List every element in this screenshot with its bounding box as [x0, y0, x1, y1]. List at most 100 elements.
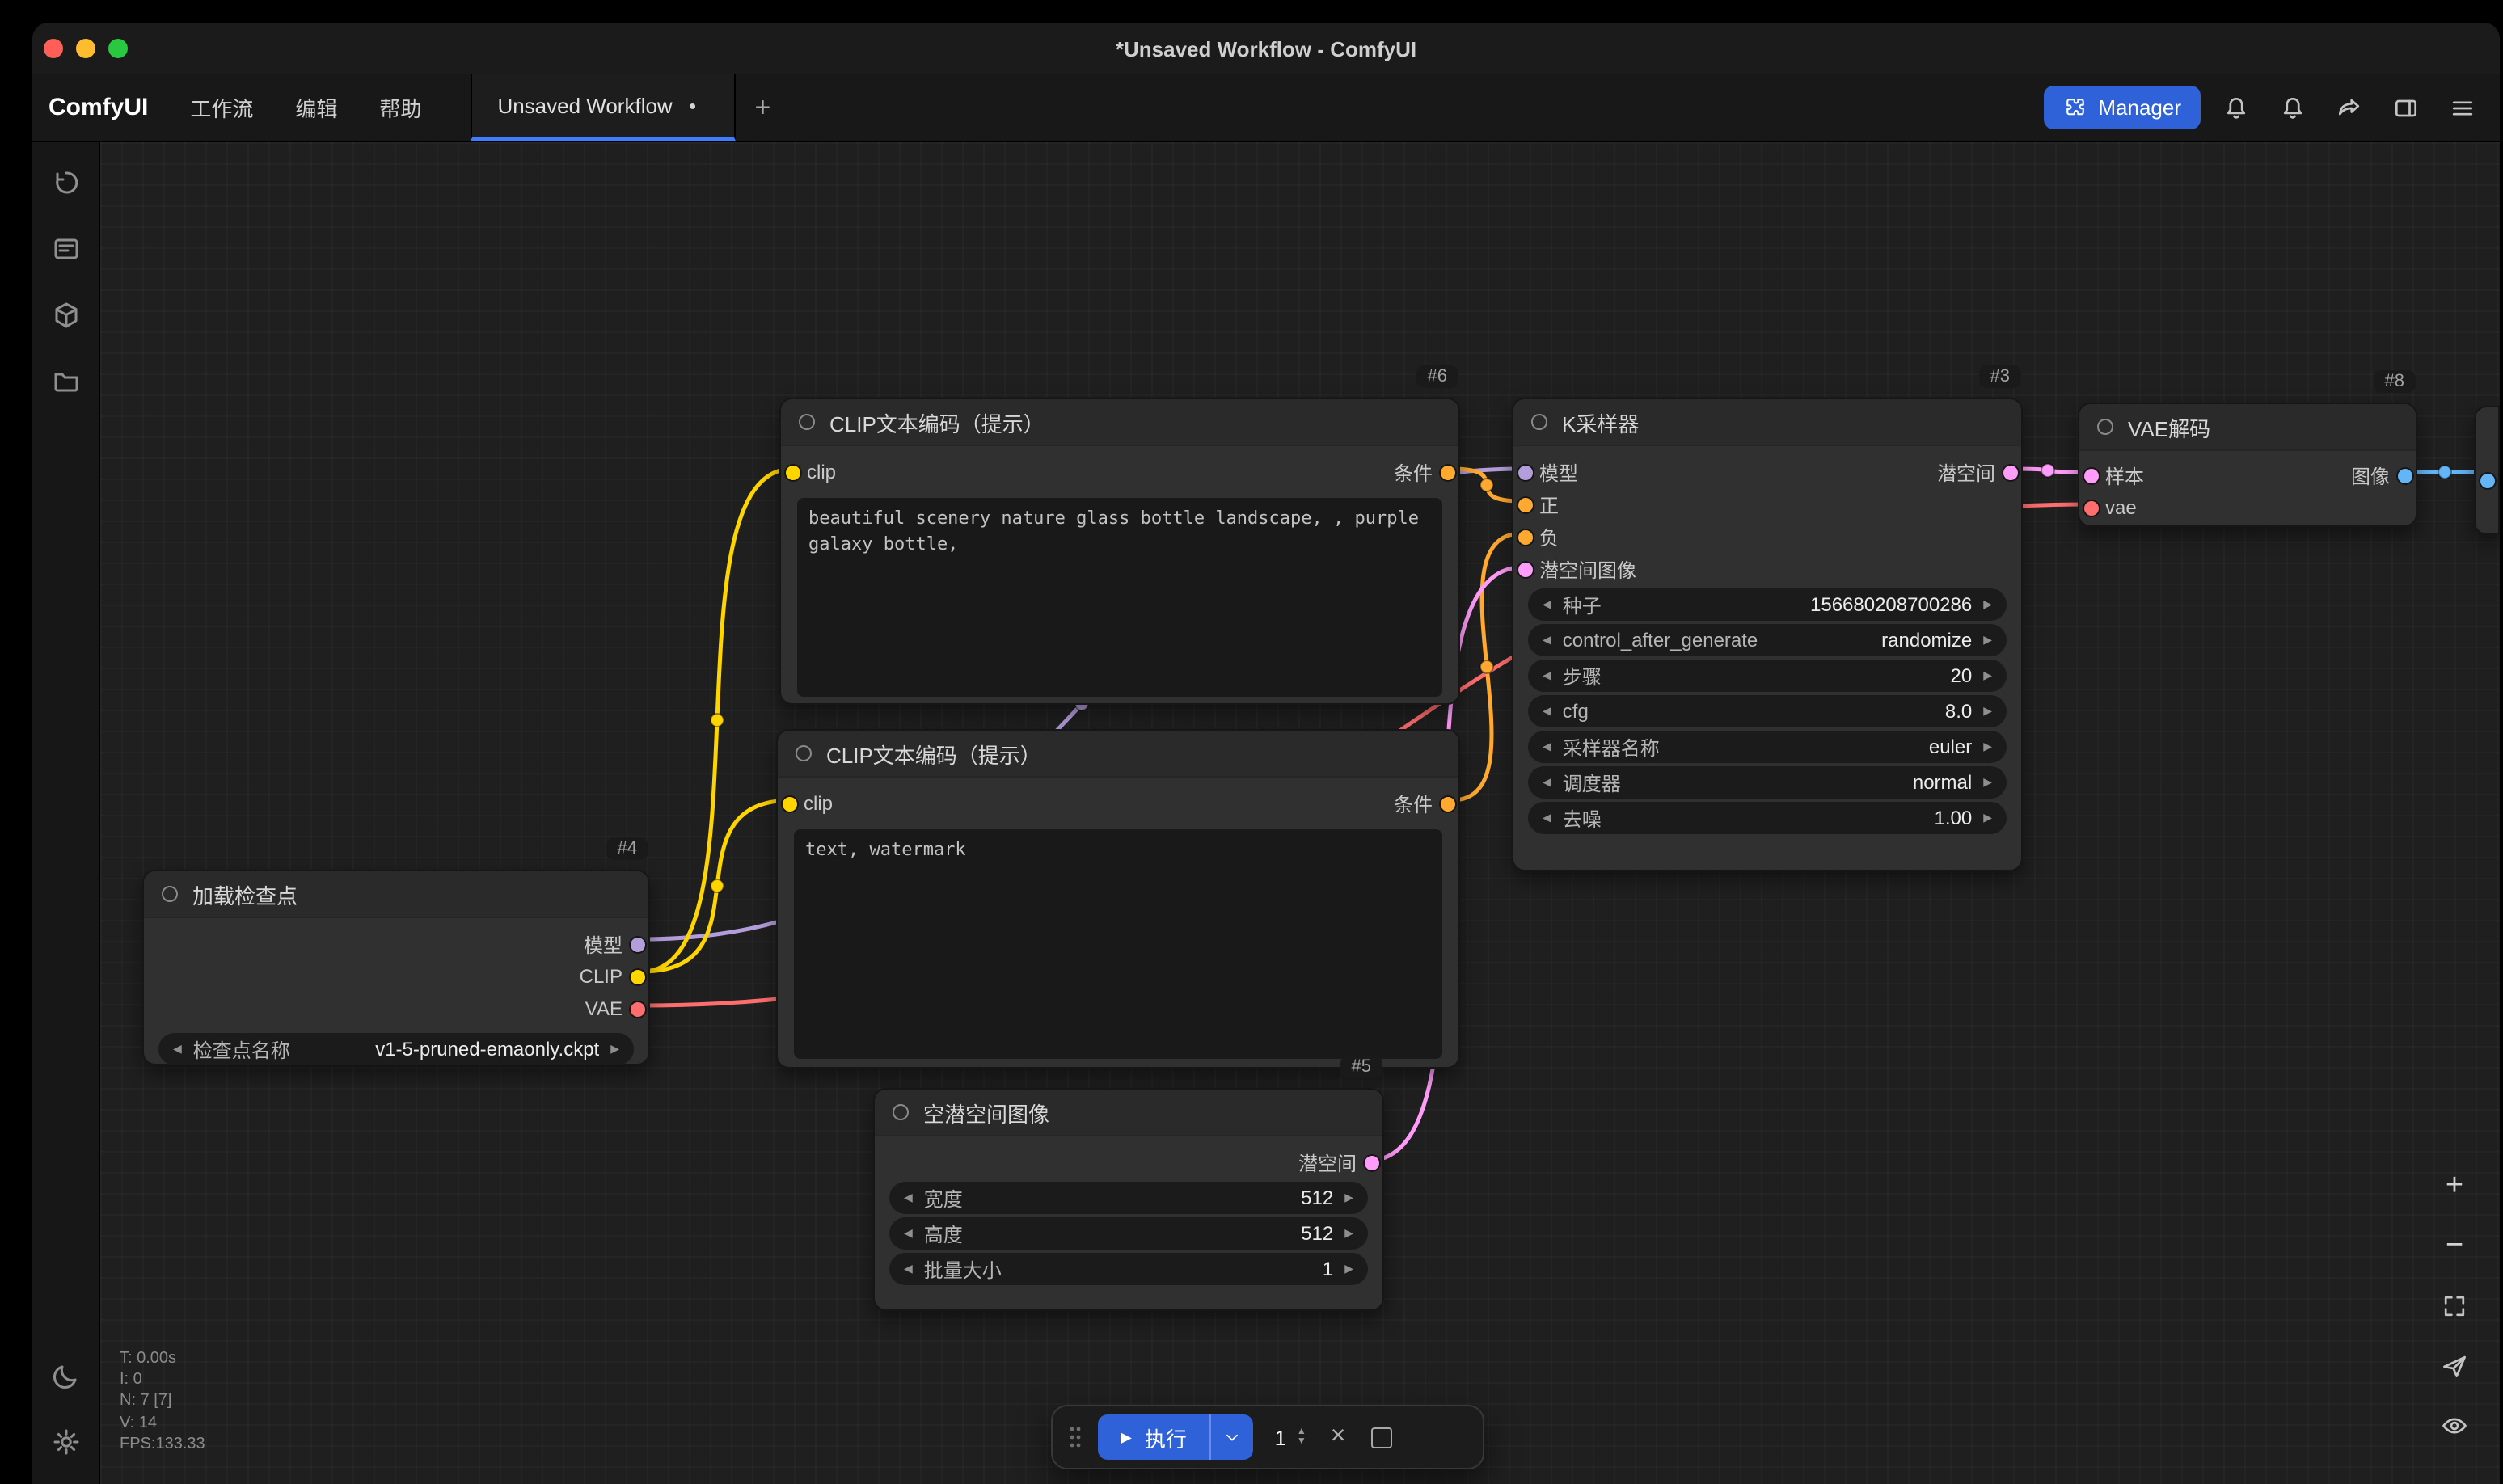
image-output-port[interactable] [2398, 468, 2412, 483]
collapse-icon[interactable] [2097, 419, 2113, 435]
node-vae-decode[interactable]: #8 VAE解码 样本 图像 vae [2078, 403, 2417, 527]
collapse-icon[interactable] [162, 886, 178, 902]
widget-increment-icon[interactable]: ▶ [1983, 670, 1992, 681]
count-up-icon[interactable]: ▲ [1297, 1427, 1306, 1437]
widget-increment-icon[interactable]: ▶ [1983, 634, 1992, 646]
widget-increment-icon[interactable]: ▶ [1344, 1192, 1353, 1204]
widget-increment-icon[interactable]: ▶ [1983, 706, 1992, 717]
drag-handle[interactable] [1067, 1424, 1083, 1450]
image-input-port[interactable] [2480, 474, 2495, 488]
node-titlebar[interactable]: K采样器 [1513, 399, 2021, 446]
comfyui-logo[interactable]: ComfyUI [49, 94, 148, 121]
clip-input-port[interactable] [786, 465, 800, 479]
stop-button[interactable] [1363, 1419, 1399, 1455]
seed-widget[interactable]: ◀ 种子 156680208700286 ▶ [1528, 588, 2007, 621]
node-empty-latent-image[interactable]: #5 空潜空间图像 潜空间 ◀ 宽度 512 ▶ [873, 1088, 1384, 1311]
model-library-button[interactable] [38, 288, 93, 343]
model-output-port[interactable] [631, 937, 645, 951]
node-titlebar[interactable]: 空潜空间图像 [875, 1090, 1382, 1136]
widget-value[interactable]: euler [1929, 736, 1972, 758]
widget-value[interactable]: 1.00 [1935, 807, 1973, 829]
sidebar-toggle-button[interactable] [2385, 86, 2427, 129]
run-button[interactable]: ▶ 执行 [1098, 1414, 1209, 1460]
widget-decrement-icon[interactable]: ◀ [1543, 777, 1551, 788]
widget-value[interactable]: normal [1913, 771, 1972, 794]
widget-decrement-icon[interactable]: ◀ [1543, 706, 1551, 717]
control-after-generate-widget[interactable]: ◀ control_after_generate randomize ▶ [1528, 624, 2007, 656]
conditioning-output-port[interactable] [1441, 796, 1455, 811]
widget-value[interactable]: 1 [1323, 1258, 1333, 1280]
zoom-in-button[interactable]: + [2432, 1164, 2477, 1209]
batch-size-widget[interactable]: ◀ 批量大小 1 ▶ [889, 1253, 1368, 1285]
collapse-icon[interactable] [893, 1104, 909, 1120]
new-tab-button[interactable]: + [735, 74, 790, 141]
conditioning-output-port[interactable] [1441, 465, 1455, 479]
widget-value[interactable]: randomize [1881, 629, 1972, 651]
sampler-name-widget[interactable]: ◀ 采样器名称 euler ▶ [1528, 731, 2007, 763]
zoom-window-button[interactable] [108, 39, 128, 58]
prompt-textarea[interactable]: text, watermark [794, 829, 1442, 1059]
widget-increment-icon[interactable]: ▶ [1983, 741, 1992, 753]
manager-button[interactable]: Manager [2043, 86, 2201, 129]
widget-decrement-icon[interactable]: ◀ [1543, 812, 1551, 824]
cancel-button[interactable]: × [1331, 1423, 1346, 1452]
node-clip-text-encode-positive[interactable]: #6 CLIP文本编码（提示） clip 条件 beautiful scener… [779, 398, 1460, 705]
toggle-visibility-button[interactable] [2432, 1403, 2477, 1448]
workflows-button[interactable] [38, 354, 93, 409]
menu-workflow[interactable]: 工作流 [190, 92, 253, 123]
node-titlebar[interactable]: CLIP文本编码（提示） [781, 399, 1458, 446]
clip-input-port[interactable] [783, 796, 797, 811]
zoom-out-button[interactable]: − [2432, 1224, 2477, 1269]
widget-decrement-icon[interactable]: ◀ [173, 1043, 182, 1055]
scheduler-widget[interactable]: ◀ 调度器 normal ▶ [1528, 766, 2007, 799]
fit-view-button[interactable] [2432, 1284, 2477, 1329]
widget-increment-icon[interactable]: ▶ [610, 1043, 619, 1055]
node-load-checkpoint[interactable]: #4 加载检查点 模型 CLIP VAE ◀ 检查点名称 v1-5-pruned… [142, 870, 650, 1065]
node-library-button[interactable] [38, 221, 93, 276]
vae-input-port[interactable] [2084, 500, 2099, 515]
node-titlebar[interactable]: 加载检查点 [144, 871, 648, 918]
clip-output-port[interactable] [631, 969, 645, 984]
latent-image-input-port[interactable] [1518, 562, 1533, 576]
node-titlebar[interactable]: VAE解码 [2079, 404, 2416, 451]
widget-decrement-icon[interactable]: ◀ [904, 1263, 913, 1275]
batch-count-input[interactable]: 1 [1271, 1425, 1290, 1449]
widget-value[interactable]: 512 [1301, 1187, 1333, 1209]
prompt-textarea[interactable]: beautiful scenery nature glass bottle la… [797, 498, 1442, 697]
close-window-button[interactable] [44, 39, 63, 58]
samples-input-port[interactable] [2084, 468, 2099, 483]
latent-output-port[interactable] [2003, 465, 2018, 479]
positive-input-port[interactable] [1518, 497, 1533, 512]
widget-increment-icon[interactable]: ▶ [1344, 1263, 1353, 1275]
widget-increment-icon[interactable]: ▶ [1344, 1228, 1353, 1239]
node-canvas[interactable]: #4 加载检查点 模型 CLIP VAE ◀ 检查点名称 v1-5-pruned… [100, 142, 2500, 1484]
queue-history-button[interactable] [38, 155, 93, 210]
run-options-button[interactable] [1209, 1414, 1253, 1460]
width-widget[interactable]: ◀ 宽度 512 ▶ [889, 1182, 1368, 1214]
widget-decrement-icon[interactable]: ◀ [904, 1192, 913, 1204]
widget-increment-icon[interactable]: ▶ [1983, 599, 1992, 610]
count-down-icon[interactable]: ▼ [1297, 1437, 1306, 1447]
widget-decrement-icon[interactable]: ◀ [1543, 741, 1551, 753]
steps-widget[interactable]: ◀ 步骤 20 ▶ [1528, 660, 2007, 692]
node-titlebar[interactable]: CLIP文本编码（提示） [778, 731, 1458, 778]
widget-increment-icon[interactable]: ▶ [1983, 812, 1992, 824]
window-titlebar[interactable]: *Unsaved Workflow - ComfyUI [32, 23, 2500, 74]
node-clip-text-encode-negative[interactable]: CLIP文本编码（提示） clip 条件 text, watermark [776, 729, 1460, 1069]
widget-value[interactable]: 20 [1951, 664, 1973, 687]
alerts-button[interactable] [2272, 86, 2314, 129]
node-partial-right[interactable] [2474, 406, 2500, 535]
main-menu-button[interactable] [2442, 86, 2484, 129]
collapse-icon[interactable] [1531, 414, 1547, 430]
widget-value[interactable]: 512 [1301, 1222, 1333, 1245]
negative-input-port[interactable] [1518, 529, 1533, 544]
locate-button[interactable] [2432, 1343, 2477, 1389]
notifications-button[interactable] [2215, 86, 2257, 129]
widget-decrement-icon[interactable]: ◀ [1543, 670, 1551, 681]
widget-decrement-icon[interactable]: ◀ [1543, 599, 1551, 610]
widget-decrement-icon[interactable]: ◀ [1543, 634, 1551, 646]
share-button[interactable] [2328, 86, 2370, 129]
menu-edit[interactable]: 编辑 [295, 92, 337, 123]
collapse-icon[interactable] [796, 745, 812, 761]
widget-increment-icon[interactable]: ▶ [1983, 777, 1992, 788]
